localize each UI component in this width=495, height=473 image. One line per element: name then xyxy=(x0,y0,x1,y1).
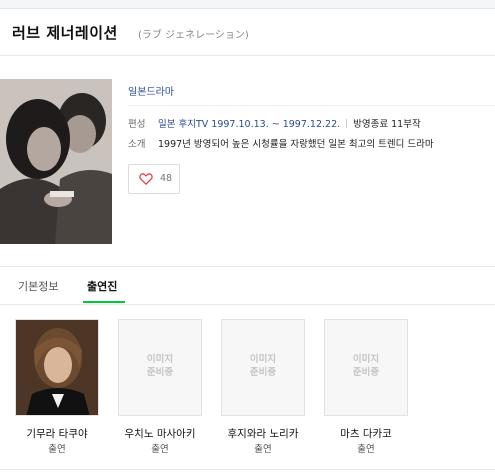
intro-label: 소개 xyxy=(128,139,146,150)
cast-role: 출연 xyxy=(357,444,375,455)
cast-photo-placeholder[interactable]: 이미지 준비중 xyxy=(324,319,408,416)
like-button[interactable]: 48 xyxy=(128,164,180,194)
divider xyxy=(0,469,495,470)
intro-value: 1997년 방영되어 높은 시청률을 자랑했던 일본 최고의 트렌디 드라마 xyxy=(158,139,434,150)
cast-role: 출연 xyxy=(151,444,169,455)
cast-name[interactable]: 후지와라 노리카 xyxy=(218,426,308,441)
cast-role: 출연 xyxy=(48,444,66,455)
poster-image xyxy=(0,79,112,244)
tab-cast[interactable]: 출연진 xyxy=(87,278,117,294)
cast-photo-placeholder[interactable]: 이미지 준비중 xyxy=(118,319,202,416)
original-title: (ラブ ジェネレーション) xyxy=(138,30,249,41)
drama-info-card: 러브 제너레이션 (ラブ ジェネレーション) 일본드라마 편성 일본 후지TV 1… xyxy=(0,8,495,473)
cast-photo-placeholder[interactable]: 이미지 준비중 xyxy=(221,319,305,416)
active-tab-indicator xyxy=(83,301,125,303)
heart-outline-icon xyxy=(139,171,153,185)
broadcast-value[interactable]: 일본 후지TV 1997.10.13. ~ 1997.12.22. xyxy=(158,119,340,130)
cast-name[interactable]: 마츠 다카코 xyxy=(321,426,411,441)
cast-role: 출연 xyxy=(254,444,272,455)
broadcast-row: 편성 일본 후지TV 1997.10.13. ~ 1997.12.22. 방영종료 … xyxy=(128,116,421,130)
cast-photo[interactable] xyxy=(15,319,99,416)
cast-name[interactable]: 기무라 타쿠야 xyxy=(12,426,102,441)
drama-poster[interactable] xyxy=(0,79,112,244)
cast-name[interactable]: 우치노 마사아키 xyxy=(115,426,205,441)
tab-basic-info[interactable]: 기본정보 xyxy=(18,278,58,294)
actor-photo xyxy=(16,320,98,415)
image-placeholder-text: 이미지 준비중 xyxy=(146,354,174,378)
intro-row: 소개 1997년 방영되어 높은 시청률을 자랑했던 일본 최고의 트렌디 드라마 xyxy=(128,136,434,150)
page-title: 러브 제너레이션 xyxy=(12,24,118,42)
image-placeholder-text: 이미지 준비중 xyxy=(249,354,277,378)
like-count: 48 xyxy=(160,173,173,184)
image-placeholder-text: 이미지 준비중 xyxy=(352,354,380,378)
genre-link[interactable]: 일본드라마 xyxy=(128,83,174,98)
broadcast-status: 방영종료 11부작 xyxy=(353,119,421,130)
separator xyxy=(346,119,348,128)
divider xyxy=(128,105,495,106)
tab-bar: 기본정보 출연진 xyxy=(0,266,495,305)
broadcast-label: 편성 xyxy=(128,119,146,130)
title-bar: 러브 제너레이션 (ラブ ジェネレーション) xyxy=(0,9,495,56)
